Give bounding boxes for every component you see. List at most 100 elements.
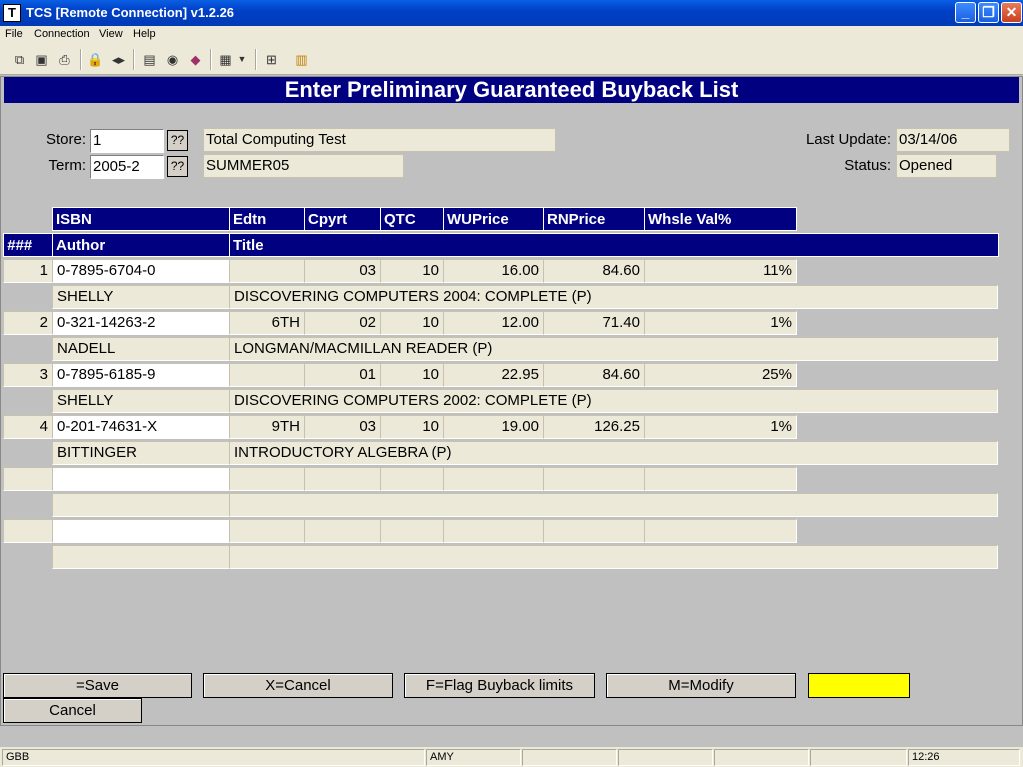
wuprice-cell[interactable]: 22.95 (443, 363, 544, 387)
qtc-cell[interactable]: 10 (380, 311, 444, 335)
app-icon: T (3, 4, 21, 22)
qtc-cell[interactable] (380, 467, 444, 491)
copy-icon[interactable]: ⧉ (10, 50, 29, 69)
isbn-cell[interactable] (52, 519, 230, 543)
restore-button[interactable]: ❐ (978, 2, 999, 23)
store-label: Store: (45, 131, 86, 148)
edtn-cell[interactable] (229, 467, 305, 491)
menu-view[interactable]: View (99, 28, 123, 40)
whsle-cell[interactable]: 25% (644, 363, 797, 387)
row-spacer (3, 285, 53, 309)
menu-connection[interactable]: Connection (34, 28, 90, 40)
document-icon[interactable]: ▤ (140, 50, 159, 69)
title-cell[interactable]: DISCOVERING COMPUTERS 2002: COMPLETE (P) (229, 389, 998, 413)
window-title: TCS [Remote Connection] v1.2.26 (26, 5, 235, 20)
cpyrt-cell[interactable] (304, 519, 381, 543)
row-spacer (3, 493, 53, 517)
close-button[interactable]: ✕ (1001, 2, 1022, 23)
qtc-cell[interactable] (380, 519, 444, 543)
isbn-cell[interactable]: 0-201-74631-X (52, 415, 230, 439)
store-lookup-button[interactable]: ?? (167, 130, 188, 151)
title-cell[interactable]: INTRODUCTORY ALGEBRA (P) (229, 441, 998, 465)
cpyrt-cell[interactable]: 03 (304, 415, 381, 439)
rnprice-cell[interactable] (543, 467, 645, 491)
isbn-cell[interactable] (52, 467, 230, 491)
author-cell[interactable]: SHELLY (52, 285, 230, 309)
save-button[interactable]: =Save (3, 673, 192, 698)
row-number (3, 467, 53, 491)
wuprice-cell[interactable]: 12.00 (443, 311, 544, 335)
qtc-cell[interactable]: 10 (380, 415, 444, 439)
cpyrt-cell[interactable] (304, 467, 381, 491)
title-cell[interactable] (229, 493, 998, 517)
isbn-cell[interactable]: 0-7895-6185-9 (52, 363, 230, 387)
menu-help[interactable]: Help (133, 28, 156, 40)
rnprice-cell[interactable]: 126.25 (543, 415, 645, 439)
status-bar: GBB AMY 12:26 (0, 747, 1023, 767)
author-cell[interactable]: BITTINGER (52, 441, 230, 465)
qtc-cell[interactable]: 10 (380, 259, 444, 283)
isbn-cell[interactable]: 0-7895-6704-0 (52, 259, 230, 283)
minimize-button[interactable]: _ (955, 2, 976, 23)
book-icon[interactable]: ◆ (186, 50, 205, 69)
chart-icon[interactable]: ▥ (292, 50, 311, 69)
row-spacer (3, 441, 53, 465)
store-input[interactable]: 1 (90, 129, 164, 153)
qtc-cell[interactable]: 10 (380, 363, 444, 387)
title-cell[interactable]: LONGMAN/MACMILLAN READER (P) (229, 337, 998, 361)
author-cell[interactable]: SHELLY (52, 389, 230, 413)
cancel-x-button[interactable]: X=Cancel (203, 673, 393, 698)
edtn-cell[interactable] (229, 259, 305, 283)
whsle-cell[interactable]: 1% (644, 415, 797, 439)
edtn-cell[interactable]: 9TH (229, 415, 305, 439)
term-input[interactable]: 2005-2 (90, 155, 164, 179)
col-cpyrt: Cpyrt (304, 207, 381, 231)
author-cell[interactable] (52, 493, 230, 517)
rnprice-cell[interactable]: 84.60 (543, 259, 645, 283)
rnprice-cell[interactable]: 71.40 (543, 311, 645, 335)
status-label: Status: (844, 157, 891, 174)
author-cell[interactable] (52, 545, 230, 569)
chevron-down-icon[interactable]: ▼ (236, 50, 248, 69)
network-icon[interactable]: ⊞ (262, 50, 281, 69)
menu-file[interactable]: File (5, 28, 23, 40)
edtn-cell[interactable] (229, 519, 305, 543)
status-pane-5 (714, 749, 809, 766)
cancel-button[interactable]: Cancel (3, 698, 142, 723)
row-spacer (3, 545, 53, 569)
cpyrt-cell[interactable]: 02 (304, 311, 381, 335)
globe-icon[interactable]: ◉ (163, 50, 182, 69)
wuprice-cell[interactable]: 16.00 (443, 259, 544, 283)
cpyrt-cell[interactable]: 03 (304, 259, 381, 283)
status-value: Opened (896, 154, 997, 178)
rnprice-cell[interactable]: 84.60 (543, 363, 645, 387)
last-update-value: 03/14/06 (896, 128, 1010, 152)
status-pane-4 (618, 749, 713, 766)
wuprice-cell[interactable]: 19.00 (443, 415, 544, 439)
modify-button[interactable]: M=Modify (606, 673, 796, 698)
isbn-cell[interactable]: 0-321-14263-2 (52, 311, 230, 335)
window-icon[interactable]: ▦ (216, 50, 235, 69)
title-cell[interactable]: DISCOVERING COMPUTERS 2004: COMPLETE (P) (229, 285, 998, 309)
rnprice-cell[interactable] (543, 519, 645, 543)
whsle-cell[interactable] (644, 519, 797, 543)
title-cell[interactable] (229, 545, 998, 569)
print-icon[interactable]: ⎙ (55, 50, 74, 69)
edtn-cell[interactable]: 6TH (229, 311, 305, 335)
edtn-cell[interactable] (229, 363, 305, 387)
status-pane-3 (522, 749, 617, 766)
whsle-cell[interactable]: 1% (644, 311, 797, 335)
cpyrt-cell[interactable]: 01 (304, 363, 381, 387)
row-number (3, 519, 53, 543)
wuprice-cell[interactable] (443, 519, 544, 543)
flag-buyback-button[interactable]: F=Flag Buyback limits (404, 673, 595, 698)
author-cell[interactable]: NADELL (52, 337, 230, 361)
audio-icon[interactable]: ◂▸ (109, 50, 128, 69)
save-icon[interactable]: ▣ (32, 50, 51, 69)
lock-icon[interactable]: 🔒 (86, 50, 105, 69)
term-lookup-button[interactable]: ?? (167, 156, 188, 177)
row-spacer (3, 389, 53, 413)
whsle-cell[interactable] (644, 467, 797, 491)
wuprice-cell[interactable] (443, 467, 544, 491)
whsle-cell[interactable]: 11% (644, 259, 797, 283)
